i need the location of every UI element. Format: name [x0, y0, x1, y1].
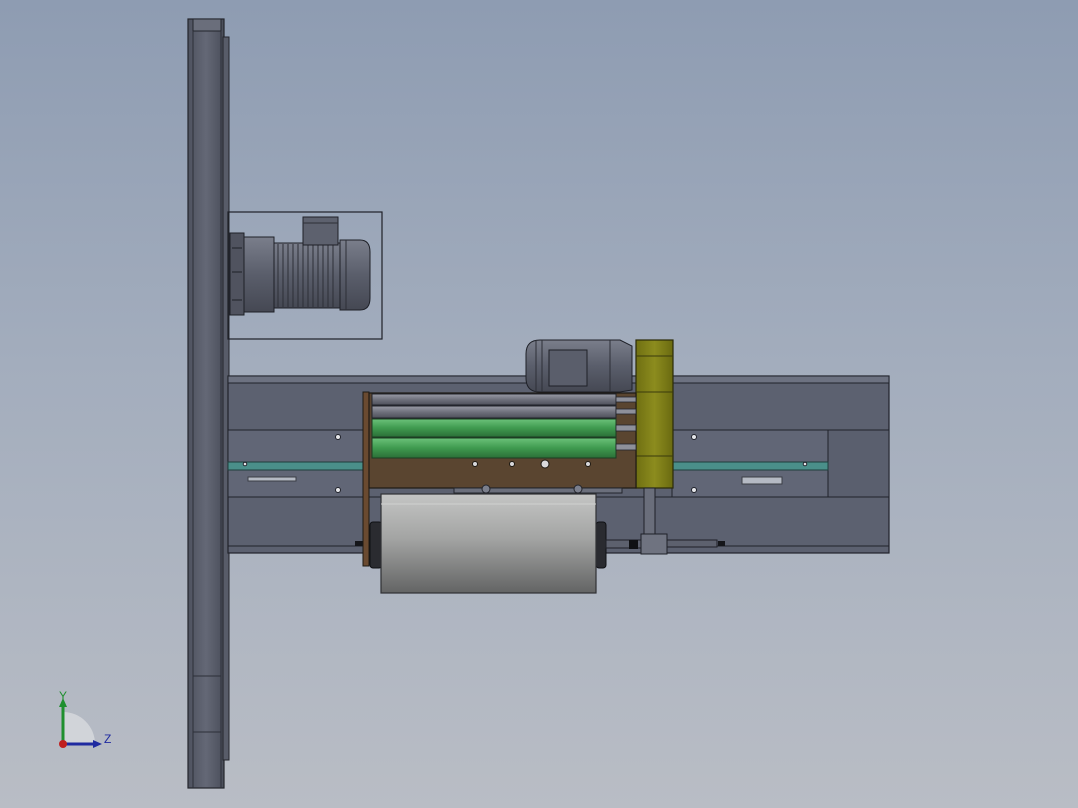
z-arrow-head	[93, 740, 102, 748]
cad-viewport[interactable]: Y Z	[0, 0, 1078, 808]
z-axis-label: Z	[104, 732, 111, 746]
orientation-triad[interactable]: Y Z	[59, 689, 111, 748]
carriage-motor	[525, 339, 633, 393]
upper-motor	[227, 211, 383, 340]
vertical-column	[187, 18, 230, 789]
gearbox	[635, 339, 674, 489]
assembly-drawing: Y Z	[59, 18, 890, 789]
y-axis-label: Y	[59, 689, 67, 703]
triad-plane	[63, 712, 95, 744]
x-axis-origin	[59, 740, 67, 748]
